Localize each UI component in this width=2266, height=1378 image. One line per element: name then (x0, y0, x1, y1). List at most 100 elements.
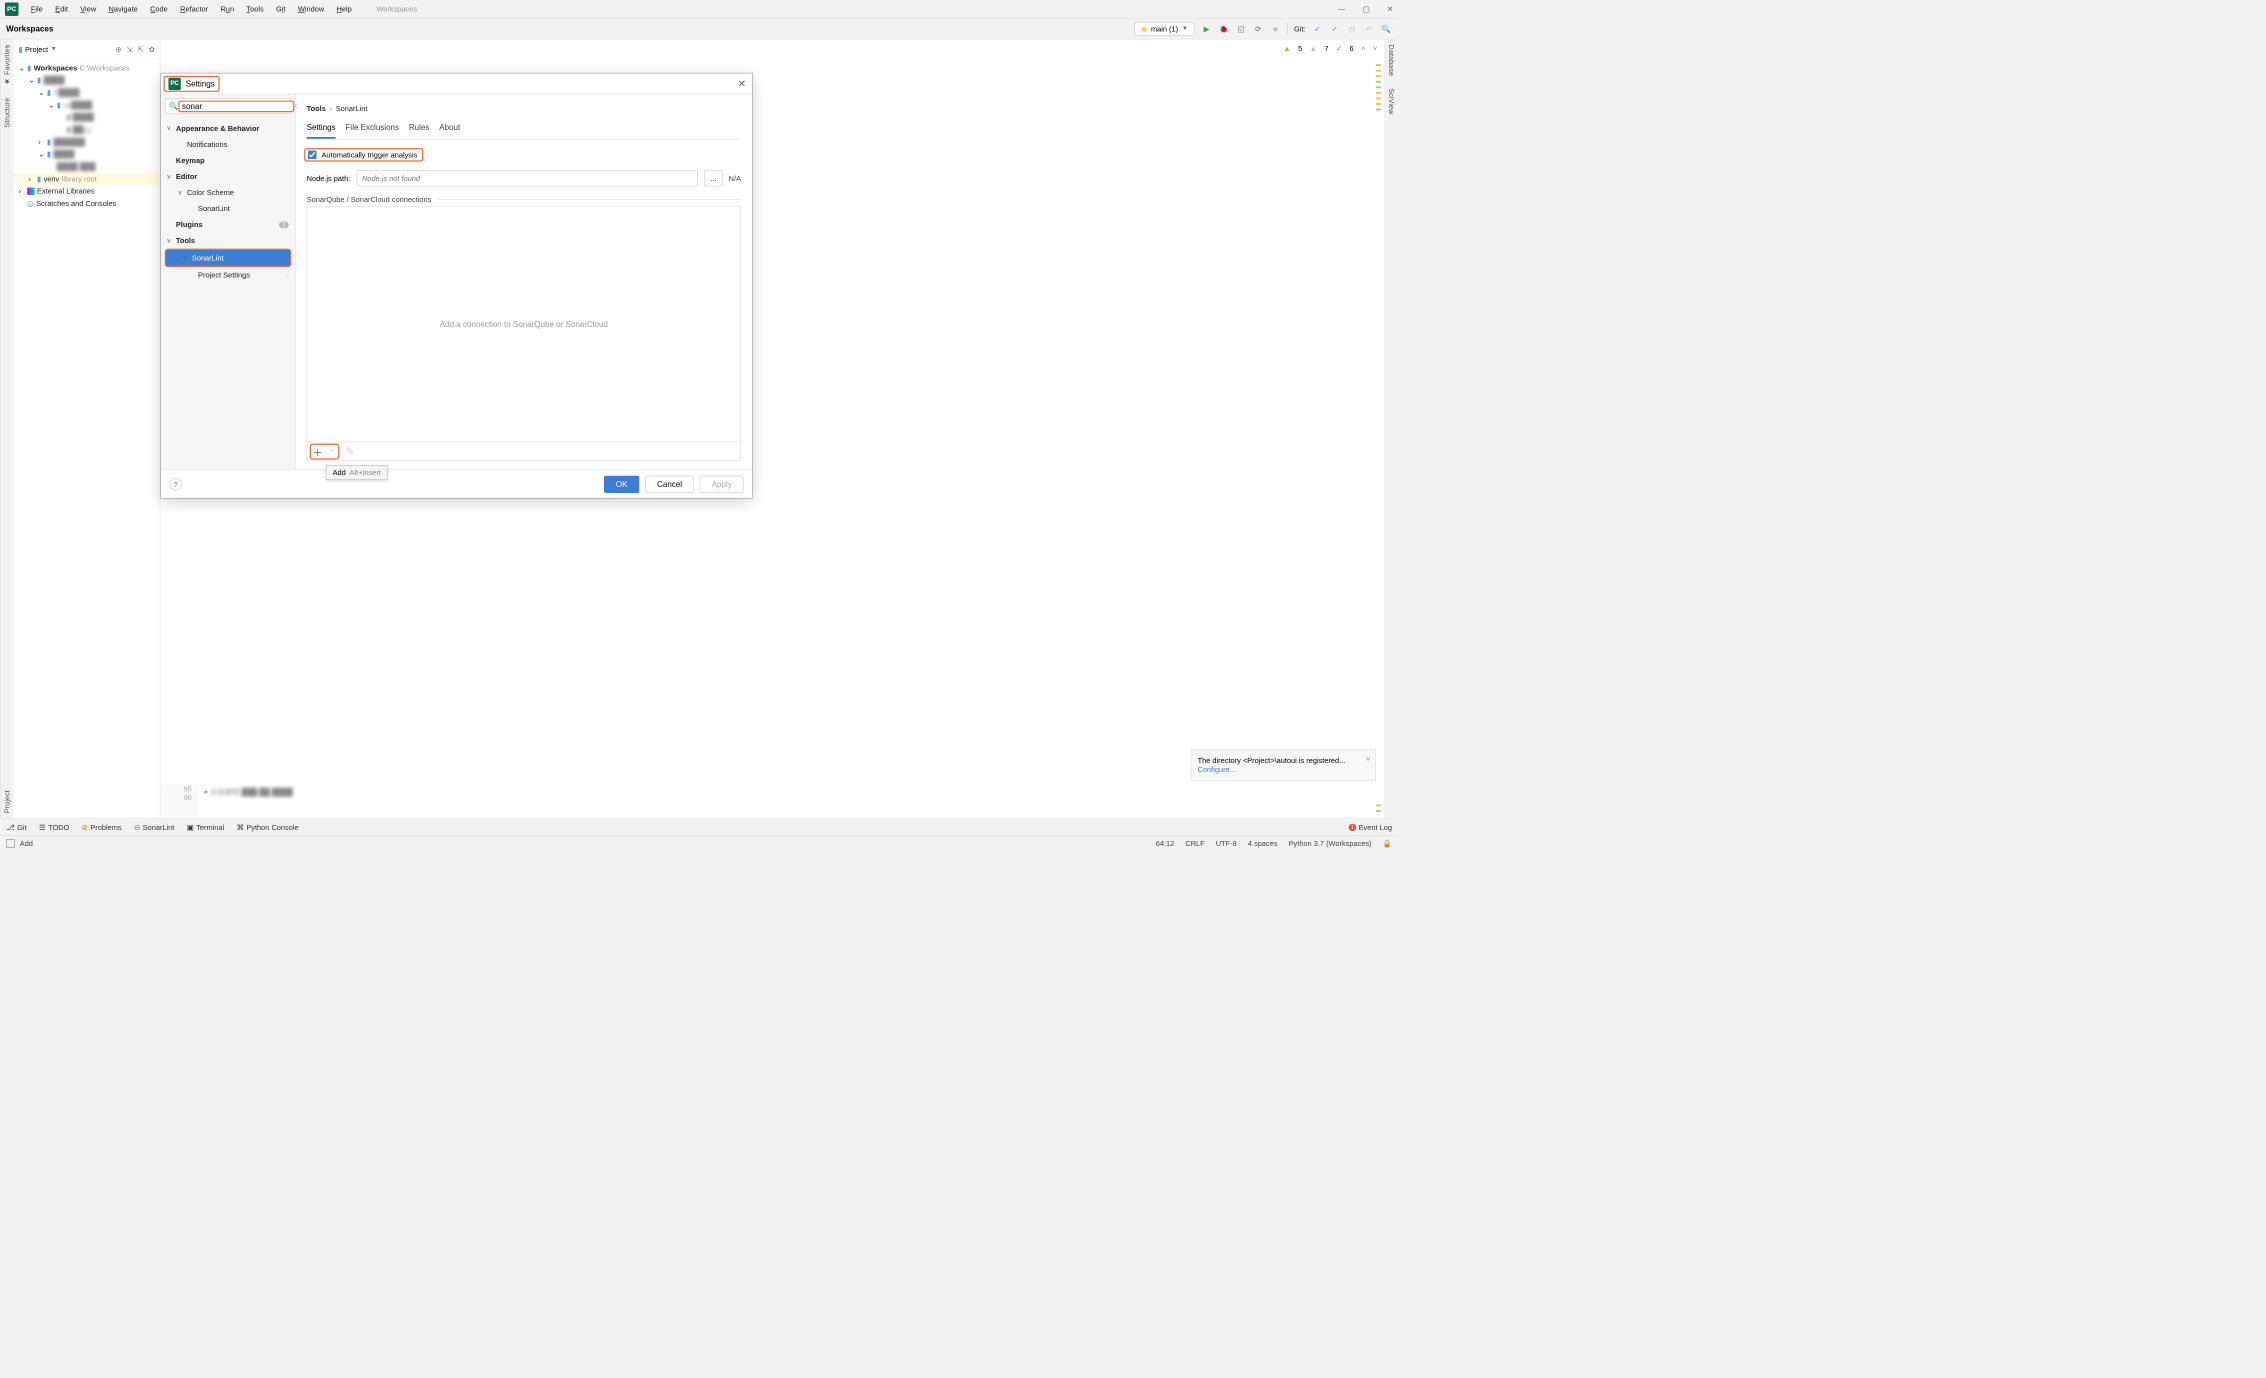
notification-configure-link[interactable]: Configure... (1198, 765, 1370, 774)
chevron-down-icon[interactable]: ˅ (1373, 44, 1377, 53)
settings-tree-item[interactable]: vColor Scheme (161, 184, 295, 200)
locate-icon[interactable]: ⊕ (115, 45, 121, 54)
settings-tree-item[interactable]: vEditor (161, 168, 295, 184)
edit-connection-button[interactable]: ✎ (343, 445, 357, 459)
tab-settings[interactable]: Settings (307, 120, 336, 139)
chevron-down-icon[interactable]: ▼ (51, 46, 57, 53)
breadcrumb-root[interactable]: Workspaces (6, 24, 53, 33)
settings-tree-item[interactable]: vTools (161, 233, 295, 249)
inspection-widget[interactable]: ▲5 ▲7 ✓6 ˄ ˅ (1283, 44, 1377, 53)
connections-list: Add a connection to SonarQube or SonarCl… (307, 206, 741, 461)
indent-widget[interactable]: 4 spaces (1248, 839, 1278, 848)
tab-terminal[interactable]: ▣Terminal (187, 823, 224, 832)
expand-icon[interactable]: ⇲ (126, 45, 132, 54)
tab-rules[interactable]: Rules (409, 120, 430, 139)
notification-balloon[interactable]: ˅ The directory <Project>\autoui is regi… (1191, 749, 1376, 781)
settings-tree-item[interactable]: Plugins1 (161, 217, 295, 233)
git-rollback-icon[interactable]: ↶ (1364, 23, 1375, 34)
status-bar: Add 64:12 CRLF UTF-8 4 spaces Python 3.7… (0, 835, 1398, 850)
error-stripe[interactable] (1376, 64, 1382, 812)
line-separator[interactable]: CRLF (1185, 839, 1204, 848)
tab-todo[interactable]: ☰TODO (39, 823, 69, 832)
project-tree[interactable]: ⌄▮WorkspacesC:\Workspaces ⌄▮████ ⌄▮P████… (14, 59, 160, 212)
node-path-input[interactable] (356, 170, 697, 186)
window-close[interactable]: ✕ (1387, 5, 1393, 14)
cancel-button[interactable]: Cancel (645, 475, 693, 492)
tool-project[interactable]: Project (3, 790, 12, 813)
git-commit-icon[interactable]: ✓ (1329, 23, 1340, 34)
add-connection-button[interactable]: ＋ (311, 445, 325, 459)
window-minimize[interactable]: — (1338, 5, 1345, 14)
menu-help[interactable]: Help (330, 5, 358, 14)
tool-database[interactable]: Database (1387, 44, 1396, 76)
folder-icon: ▮ (19, 45, 23, 54)
search-everywhere-icon[interactable]: 🔍 (1381, 23, 1392, 34)
tab-about[interactable]: About (439, 120, 460, 139)
tab-event-log[interactable]: 1Event Log (1349, 823, 1392, 832)
settings-tree-item[interactable]: SonarLint (161, 201, 295, 217)
chevron-down-icon[interactable]: ˅ (1366, 755, 1370, 764)
menu-window[interactable]: Window (292, 5, 331, 14)
remove-connection-button[interactable]: − (325, 445, 339, 459)
settings-search[interactable]: 🔍 ✕ (165, 98, 291, 114)
tool-favorites[interactable]: ★ Favorites (3, 44, 12, 85)
auto-trigger-checkbox[interactable]: Automatically trigger analysis (308, 151, 417, 160)
profile-icon[interactable]: ⟳ (1253, 23, 1264, 34)
menu-code[interactable]: Code (144, 5, 174, 14)
interpreter-widget[interactable]: Python 3.7 (Workspaces) (1289, 839, 1372, 848)
tool-structure[interactable]: Structure (3, 98, 12, 128)
menu-refactor[interactable]: Refactor (174, 5, 214, 14)
tab-git[interactable]: ⎇Git (6, 823, 26, 832)
debug-icon[interactable]: 🐞 (1218, 23, 1229, 34)
settings-tree-item[interactable]: Notifications (161, 136, 295, 152)
editor-gutter: 9596 (160, 785, 197, 818)
tool-windows-toggle[interactable] (6, 839, 15, 848)
help-button[interactable]: ? (170, 478, 182, 490)
stop-icon[interactable]: ■ (1270, 23, 1281, 34)
tab-sonarlint[interactable]: ⊖SonarLint (134, 823, 174, 832)
browse-button[interactable]: ... (704, 170, 723, 186)
tab-file-exclusions[interactable]: File Exclusions (346, 120, 399, 139)
menu-tools[interactable]: Tools (240, 5, 270, 14)
tool-sciview[interactable]: SciView (1387, 88, 1396, 114)
settings-tree-item[interactable]: vAppearance & Behavior (161, 120, 295, 136)
tab-problems[interactable]: ⊘Problems (82, 823, 122, 832)
auto-trigger-label: Automatically trigger analysis (321, 151, 417, 160)
run-icon[interactable]: ▶ (1201, 23, 1212, 34)
file-encoding[interactable]: UTF-8 (1216, 839, 1237, 848)
caret-position[interactable]: 64:12 (1156, 839, 1175, 848)
menu-edit[interactable]: Edit (49, 5, 74, 14)
git-label: Git: (1294, 24, 1306, 33)
settings-tree-item[interactable]: Project Settings▫ (161, 267, 295, 283)
settings-tree[interactable]: vAppearance & BehaviorNotificationsKeyma… (161, 118, 295, 470)
close-icon[interactable]: ✕ (738, 77, 746, 89)
project-panel-title[interactable]: Project (25, 45, 48, 54)
settings-search-input[interactable] (182, 101, 291, 110)
add-tooltip: AddAlt+Insert (326, 465, 388, 480)
settings-icon[interactable]: ✿ (149, 45, 155, 54)
settings-tree-item[interactable]: Keymap (161, 152, 295, 168)
dialog-title: Settings (186, 79, 215, 88)
tab-python-console[interactable]: ⌘Python Console (236, 823, 298, 832)
menu-view[interactable]: View (74, 5, 102, 14)
ok-button[interactable]: OK (604, 475, 639, 492)
search-icon: 🔍 (169, 102, 178, 111)
apply-button[interactable]: Apply (700, 475, 744, 492)
settings-breadcrumb: Tools›SonarLint (307, 103, 741, 113)
collapse-icon[interactable]: ⇱ (138, 45, 144, 54)
lock-icon[interactable]: 🔒 (1383, 839, 1392, 848)
menu-navigate[interactable]: Navigate (102, 5, 144, 14)
run-config-selector[interactable]: ◉ main (1) ▼ (1134, 22, 1195, 36)
menu-file[interactable]: File (25, 5, 49, 14)
window-maximize[interactable]: ▢ (1363, 5, 1370, 14)
git-update-icon[interactable]: ✓ (1312, 23, 1323, 34)
connections-empty-text: Add a connection to SonarQube or SonarCl… (307, 207, 740, 442)
auto-trigger-input[interactable] (308, 151, 317, 160)
git-history-icon[interactable]: ◷ (1346, 23, 1357, 34)
coverage-icon[interactable]: ◱ (1235, 23, 1246, 34)
settings-tree-item[interactable]: vSonarLint (166, 250, 290, 266)
app-icon: PC (5, 2, 19, 16)
chevron-up-icon[interactable]: ˄ (1361, 44, 1365, 53)
menu-git[interactable]: Git (270, 5, 292, 14)
menu-run[interactable]: Run (214, 5, 240, 14)
